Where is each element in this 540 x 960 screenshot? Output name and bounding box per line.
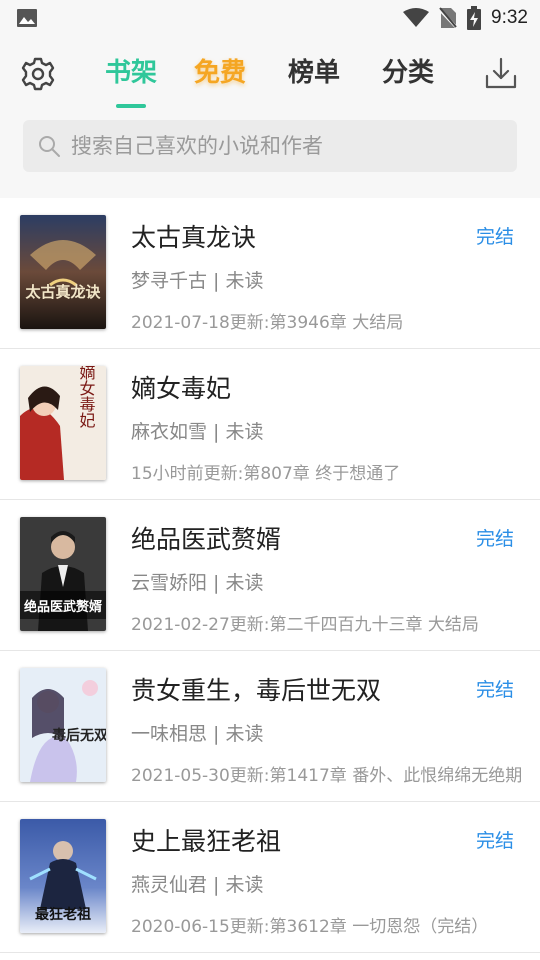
book-title: 嫡女毒妃 <box>131 374 232 403</box>
read-status: 未读 <box>225 874 264 896</box>
book-author: 麻衣如雪 <box>131 421 208 443</box>
cover-title: 绝品医武赘婿 <box>24 599 103 615</box>
book-cover: 嫡女毒妃 <box>20 366 106 480</box>
search-icon <box>39 136 60 157</box>
book-author: 云雪娇阳 <box>131 572 208 594</box>
book-meta: 云雪娇阳 | 未读 <box>131 572 264 594</box>
book-item[interactable]: 太古真龙诀 太古真龙诀 梦寻千古 | 未读 2021-07-18更新:第3946… <box>0 198 540 349</box>
search-bar[interactable]: 搜索自己喜欢的小说和作者 <box>23 120 517 172</box>
book-meta: 一味相思 | 未读 <box>131 723 264 745</box>
book-cover: 毒后无双 <box>20 668 106 782</box>
completed-badge: 完结 <box>475 679 514 701</box>
book-author: 一味相思 <box>131 723 208 745</box>
book-meta: 燕灵仙君 | 未读 <box>131 874 264 896</box>
read-status: 未读 <box>225 572 264 594</box>
search-placeholder: 搜索自己喜欢的小说和作者 <box>71 134 323 158</box>
tab-rankings[interactable]: 榜单 <box>288 52 340 89</box>
battery-charging-icon <box>467 6 482 30</box>
cover-title: 毒后无双 <box>52 727 106 744</box>
read-status: 未读 <box>225 421 264 443</box>
completed-badge: 完结 <box>475 226 514 248</box>
download-icon[interactable] <box>484 56 518 90</box>
book-meta: 麻衣如雪 | 未读 <box>131 421 264 443</box>
book-item[interactable]: 毒后无双 贵女重生，毒后世无双 一味相思 | 未读 2021-05-30更新:第… <box>0 651 540 802</box>
book-author: 梦寻千古 <box>131 270 208 292</box>
book-list: 太古真龙诀 太古真龙诀 梦寻千古 | 未读 2021-07-18更新:第3946… <box>0 198 540 953</box>
book-cover: 最狂老祖 <box>20 819 106 933</box>
book-update: 15小时前更新:第807章 终于想通了 <box>131 464 401 484</box>
book-title: 绝品医武赘婿 <box>131 525 282 554</box>
book-cover: 太古真龙诀 <box>20 215 106 329</box>
book-update: 2021-02-27更新:第二千四百九十三章 大结局 <box>131 615 479 635</box>
book-meta: 梦寻千古 | 未读 <box>131 270 264 292</box>
header: 书架 免费 榜单 分类 搜索自己喜欢的小说和作者 <box>0 36 540 198</box>
tab-categories[interactable]: 分类 <box>382 52 434 89</box>
image-notification-icon <box>17 9 37 27</box>
cover-title: 最狂老祖 <box>35 906 91 923</box>
book-update: 2021-05-30更新:第1417章 番外、此恨绵绵无绝期 <box>131 766 523 786</box>
read-status: 未读 <box>225 723 264 745</box>
book-item[interactable]: 最狂老祖 史上最狂老祖 燕灵仙君 | 未读 2020-06-15更新:第3612… <box>0 802 540 953</box>
book-item[interactable]: 绝品医武赘婿 绝品医武赘婿 云雪娇阳 | 未读 2021-02-27更新:第二千… <box>0 500 540 651</box>
book-author: 燕灵仙君 <box>131 874 208 896</box>
tab-bar: 书架 免费 榜单 分类 <box>0 52 540 112</box>
status-time: 9:32 <box>491 7 528 28</box>
active-tab-indicator <box>116 104 146 108</box>
completed-badge: 完结 <box>475 830 514 852</box>
book-title: 史上最狂老祖 <box>131 827 282 856</box>
no-sim-icon <box>439 7 458 29</box>
cover-title: 嫡女毒妃 <box>77 366 96 428</box>
tab-bookshelf[interactable]: 书架 <box>105 52 157 89</box>
wifi-icon <box>403 8 430 27</box>
completed-badge: 完结 <box>475 528 514 550</box>
book-title: 贵女重生，毒后世无双 <box>131 676 382 705</box>
book-update: 2021-07-18更新:第3946章 大结局 <box>131 313 404 333</box>
book-item[interactable]: 嫡女毒妃 嫡女毒妃 麻衣如雪 | 未读 15小时前更新:第807章 终于想通了 <box>0 349 540 500</box>
book-title: 太古真龙诀 <box>131 223 257 252</box>
book-update: 2020-06-15更新:第3612章 一切恩怨（完结） <box>131 917 489 937</box>
status-bar: 9:32 <box>0 0 540 36</box>
tab-free[interactable]: 免费 <box>194 52 246 89</box>
cover-title: 太古真龙诀 <box>25 283 101 301</box>
read-status: 未读 <box>225 270 264 292</box>
book-cover: 绝品医武赘婿 <box>20 517 106 631</box>
